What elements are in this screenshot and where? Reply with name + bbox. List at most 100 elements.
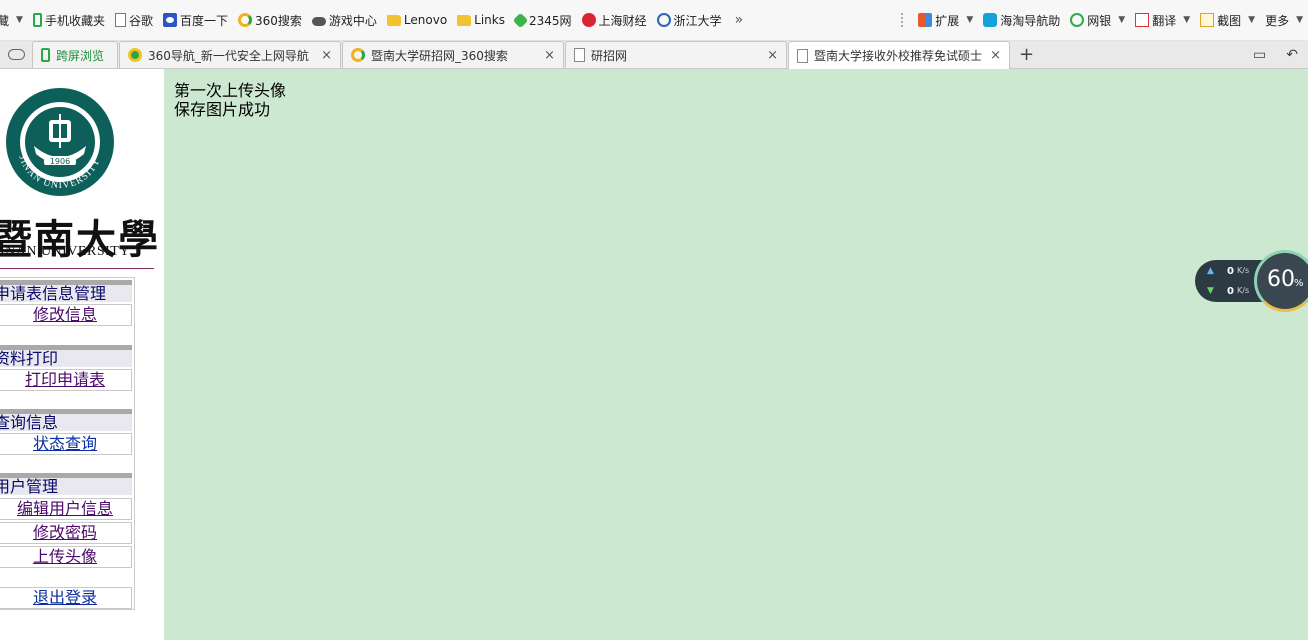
bookmark-baidu[interactable]: 百度一下 [158,9,233,31]
folder-icon [457,14,472,26]
print-application-link[interactable]: 打印申请表 [0,369,132,391]
tab-label: 跨屏浏览 [56,48,105,63]
change-password-link[interactable]: 修改密码 [0,522,132,544]
bookmark-favorites-label: 藏 [0,12,9,29]
folder-icon [386,14,401,26]
bookmark-360-search[interactable]: 360搜索 [233,9,307,31]
toolbar-label: 截图 [1217,13,1242,28]
sufe-icon [581,13,596,27]
status-query-link[interactable]: 状态查询 [0,433,132,455]
menu-group-printing: 资料打印 [0,345,132,367]
menu-group-user-management: 用户管理 [0,473,132,495]
bookmark-label: 谷歌 [128,13,153,28]
menu-group-query: 查询信息 [0,409,132,431]
close-icon[interactable]: × [767,48,778,63]
side-menu: 申请表信息管理 修改信息 资料打印 打印申请表 查询信息 状态查询 用户管理 编… [0,277,135,610]
university-logo: 1906 JINAN UNIVERSITY 暨南大學 JINAN UNIVERS… [0,85,158,269]
toolbar-label: 海淘导航助 [1000,13,1061,28]
left-nav-frame: 1906 JINAN UNIVERSITY 暨南大學 JINAN UNIVERS… [0,69,164,640]
chevron-down-icon: ▼ [1183,15,1191,25]
message-line-upload: 第一次上传头像 [174,81,287,100]
chevron-down-icon: ▼ [1118,15,1126,25]
bookmark-label: 360搜索 [254,13,302,28]
bookmark-game-center[interactable]: 游戏中心 [307,9,382,31]
gamepad-icon [311,17,326,26]
bookmark-favorites[interactable]: 藏 ▼ [0,9,28,31]
extensions-button[interactable]: 扩展 ▼ [913,9,978,31]
bookmark-label: 游戏中心 [328,13,377,28]
close-icon[interactable]: × [321,48,332,63]
extensions-icon [918,13,933,27]
edit-user-info-link[interactable]: 编辑用户信息 [0,498,132,520]
tab-tools: ▭ ↶ [1243,41,1308,68]
bookmark-2345[interactable]: 2345网 [510,9,577,31]
tab-label: 360导航_新一代安全上网导航 [148,48,309,63]
usage-percent: 60 [1267,267,1295,292]
phone-icon [41,48,50,62]
baidu-paw-icon [162,13,177,27]
bookmark-zju[interactable]: 浙江大学 [652,9,727,31]
shopping-icon [983,13,998,27]
logout-link[interactable]: 退出登录 [0,587,132,609]
cloud-sync-icon[interactable] [0,41,32,68]
new-tab-button[interactable]: + [1011,41,1042,68]
memory-usage-gauge[interactable]: 60 % [1254,250,1308,312]
page-content: 1906 JINAN UNIVERSITY 暨南大學 JINAN UNIVERS… [0,69,1308,640]
menu-group-application-info: 申请表信息管理 [0,280,132,302]
close-icon[interactable]: × [990,48,1001,63]
2345-icon [512,12,529,28]
chevron-down-icon: ▼ [966,15,974,25]
bookmark-label: 百度一下 [179,13,228,28]
360-search-icon [237,13,252,27]
upload-speed-value: 0 [1227,266,1234,277]
tab-yanzhao[interactable]: 研招网 × [565,41,787,68]
upload-avatar-link[interactable]: 上传头像 [0,546,132,568]
bookmark-label: 上海财经 [598,13,647,28]
close-icon[interactable]: × [544,48,555,63]
bookmark-sufe[interactable]: 上海财经 [577,9,652,31]
360-search-icon [351,48,365,62]
main-frame: 第一次上传头像 保存图片成功 [164,69,1308,640]
bookmark-label: 2345网 [528,13,572,28]
bookmark-mobile-favorites[interactable]: 手机收藏夹 [28,9,110,31]
toolbar-label: 扩展 [935,13,960,28]
arrow-down-icon: ▼ [1207,286,1214,296]
download-speed-value: 0 [1227,286,1234,297]
tab-360-nav[interactable]: 360导航_新一代安全上网导航 × [119,41,341,68]
message-line-saved: 保存图片成功 [174,100,271,119]
phone-icon [32,13,42,27]
upload-speed-unit: K/s [1237,266,1250,275]
screenshot-button[interactable]: 截图 ▼ [1195,9,1260,31]
download-speed-unit: K/s [1237,286,1250,295]
360-nav-icon [128,48,142,62]
chevron-down-icon: ▼ [16,15,23,25]
translate-button[interactable]: 翻译 ▼ [1130,9,1195,31]
tab-jinan-active[interactable]: 暨南大学接收外校推荐免试硕士 × [788,41,1010,69]
more-bookmarks-chevron-icon[interactable]: » [727,12,749,28]
tab-list-icon[interactable]: ▭ [1243,47,1276,63]
translate-icon [1135,13,1150,27]
tab-360-search[interactable]: 暨南大学研招网_360搜索 × [342,41,564,68]
modify-info-link[interactable]: 修改信息 [0,304,132,326]
toolbar-label: 网银 [1087,13,1112,28]
online-banking-button[interactable]: 网银 ▼ [1065,9,1130,31]
toolbar-label: 更多 [1265,13,1290,28]
tab-bar: 跨屏浏览 360导航_新一代安全上网导航 × 暨南大学研招网_360搜索 × 研… [0,41,1308,69]
undo-close-icon[interactable]: ↶ [1276,47,1308,63]
bookmarks-bar: 藏 ▼ 手机收藏夹 谷歌 百度一下 360搜索 游戏中心 Lenovo Link… [0,0,1308,41]
bookmark-label: Links [474,13,505,27]
more-button[interactable]: 更多 ▼ [1260,9,1308,31]
page-icon [114,13,126,27]
page-icon [797,48,808,63]
result-message: 第一次上传头像 保存图片成功 [174,81,286,119]
bookmark-google[interactable]: 谷歌 [110,9,158,31]
page-icon [574,48,585,62]
bookmark-label: 手机收藏夹 [44,13,105,28]
usage-percent-sign: % [1294,278,1304,289]
chevron-down-icon: ▼ [1296,15,1303,25]
tab-cross-screen[interactable]: 跨屏浏览 [32,41,118,68]
toolbar-label: 翻译 [1152,13,1177,28]
haitao-nav-button[interactable]: 海淘导航助 [978,9,1065,31]
bookmark-folder-links[interactable]: Links [452,9,510,31]
bookmark-folder-lenovo[interactable]: Lenovo [382,9,452,31]
